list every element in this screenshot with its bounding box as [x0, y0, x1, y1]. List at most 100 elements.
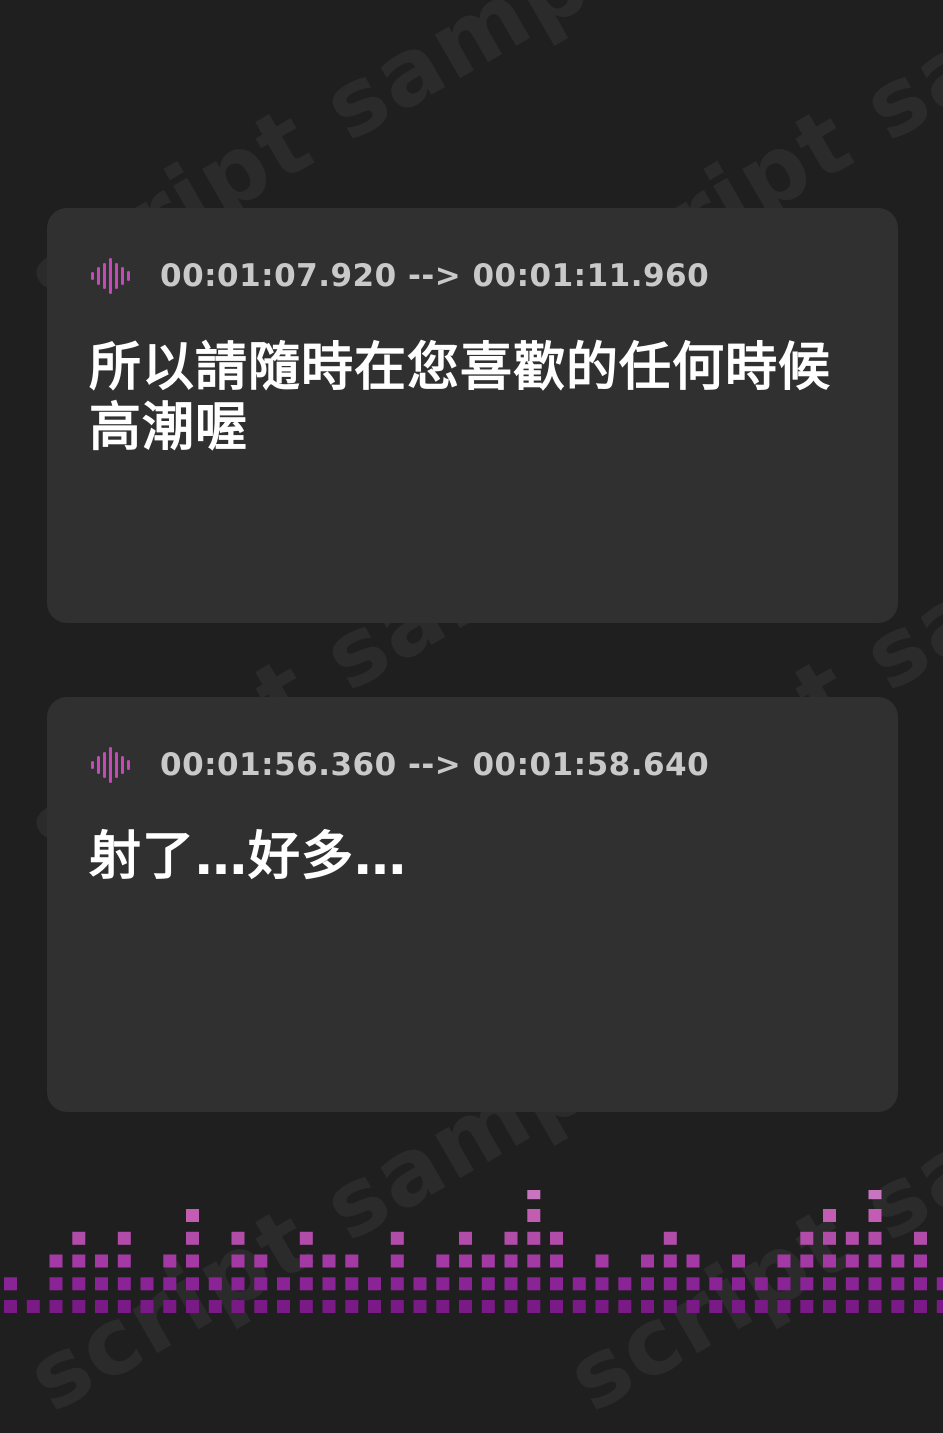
equalizer-block [481, 1300, 495, 1313]
equalizer-block [254, 1300, 268, 1313]
equalizer-block [459, 1231, 472, 1245]
equalizer-block [891, 1254, 905, 1268]
equalizer-block [368, 1300, 381, 1313]
equalizer-block [777, 1254, 791, 1268]
equalizer-block [845, 1254, 859, 1268]
equalizer-block [868, 1209, 882, 1222]
subtitle-text: 所以請隨時在您喜歡的任何時候高潮喔 [89, 338, 832, 458]
equalizer-block [299, 1300, 313, 1313]
equalizer-block [95, 1300, 108, 1313]
equalizer-block [140, 1300, 154, 1313]
equalizer-block [504, 1300, 518, 1313]
equalizer-block [572, 1277, 586, 1291]
equalizer-block [277, 1277, 290, 1291]
equalizer-block [231, 1277, 245, 1291]
equalizer-block [868, 1190, 882, 1200]
equalizer-block [299, 1277, 313, 1291]
equalizer-block [163, 1254, 177, 1268]
equalizer-block [413, 1300, 427, 1313]
equalizer-block [936, 1300, 943, 1313]
equalizer-block [663, 1254, 677, 1268]
equalizer-block [186, 1209, 199, 1222]
equalizer-block [345, 1277, 359, 1291]
equalizer-block [72, 1254, 86, 1268]
equalizer-block [390, 1300, 404, 1313]
equalizer-block [390, 1277, 404, 1291]
equalizer-block [299, 1231, 313, 1245]
equalizer-block [186, 1231, 199, 1245]
equalizer-block [686, 1254, 700, 1268]
equalizer-block [686, 1300, 700, 1313]
equalizer-block [845, 1300, 859, 1313]
equalizer-block [686, 1277, 700, 1291]
equalizer-block [117, 1277, 131, 1291]
equalizer-block [436, 1254, 450, 1268]
equalizer-block [868, 1300, 882, 1313]
equalizer-block [49, 1277, 63, 1291]
equalizer-block [26, 1300, 40, 1313]
equalizer-block [163, 1277, 177, 1291]
equalizer-block [436, 1277, 450, 1291]
subtitle-text: 射了…好多… [89, 827, 408, 887]
equalizer-block [322, 1254, 336, 1268]
equalizer-block [732, 1254, 745, 1268]
equalizer-block [663, 1277, 677, 1291]
equalizer-block [504, 1231, 518, 1245]
equalizer-block [777, 1300, 791, 1313]
equalizer-block [641, 1277, 654, 1291]
equalizer-block [459, 1300, 472, 1313]
equalizer-block [800, 1254, 814, 1268]
equalizer-block [117, 1300, 131, 1313]
equalizer-block [299, 1254, 313, 1268]
card-header: 00:01:07.920 --> 00:01:11.960 [89, 256, 709, 296]
equalizer-block [345, 1300, 359, 1313]
equalizer-block [550, 1231, 563, 1245]
equalizer-block [322, 1300, 336, 1313]
equalizer-block [618, 1277, 632, 1291]
equalizer-block [527, 1190, 541, 1200]
equalizer-block [595, 1277, 609, 1291]
equalizer-block [459, 1277, 472, 1291]
equalizer-block [231, 1231, 245, 1245]
equalizer-block [823, 1277, 836, 1291]
equalizer-block [823, 1254, 836, 1268]
equalizer-block [641, 1300, 654, 1313]
equalizer-block [595, 1254, 609, 1268]
equalizer-block [117, 1231, 131, 1245]
equalizer-block [800, 1277, 814, 1291]
equalizer-block [95, 1277, 108, 1291]
equalizer-block [163, 1300, 177, 1313]
equalizer-block [618, 1300, 632, 1313]
equalizer-block [49, 1300, 63, 1313]
equalizer-block [72, 1277, 86, 1291]
equalizer-block [504, 1254, 518, 1268]
equalizer-block [368, 1277, 381, 1291]
equalizer-block [732, 1300, 745, 1313]
equalizer-block [572, 1300, 586, 1313]
equalizer-block [72, 1231, 86, 1245]
equalizer-block [322, 1277, 336, 1291]
equalizer-block [527, 1231, 541, 1245]
equalizer-block [390, 1254, 404, 1268]
equalizer-block [663, 1231, 677, 1245]
equalizer-block [732, 1277, 745, 1291]
equalizer-block [754, 1277, 768, 1291]
equalizer-block [550, 1300, 563, 1313]
equalizer-block [49, 1254, 63, 1268]
equalizer-block [186, 1300, 199, 1313]
equalizer-block [914, 1277, 927, 1291]
equalizer-block [868, 1231, 882, 1245]
equalizer-block [595, 1300, 609, 1313]
equalizer-block [800, 1231, 814, 1245]
equalizer-block [277, 1300, 290, 1313]
equalizer-block [914, 1231, 927, 1245]
subtitle-card: 00:01:56.360 --> 00:01:58.640 射了…好多… [47, 697, 898, 1112]
equalizer-block [254, 1277, 268, 1291]
equalizer-block [481, 1277, 495, 1291]
equalizer-block [459, 1254, 472, 1268]
card-header: 00:01:56.360 --> 00:01:58.640 [89, 745, 709, 785]
equalizer-block [413, 1277, 427, 1291]
equalizer-block [914, 1254, 927, 1268]
equalizer-block [936, 1277, 943, 1291]
equalizer-block [550, 1277, 563, 1291]
